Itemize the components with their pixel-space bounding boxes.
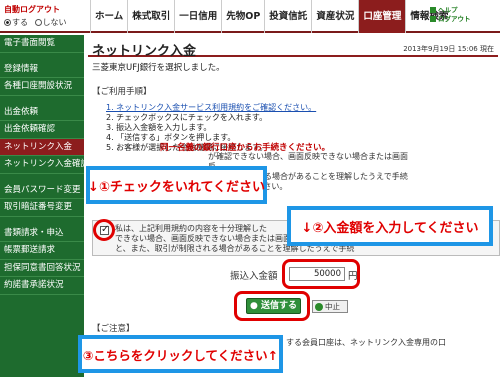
radio-off-icon[interactable]	[34, 19, 42, 26]
step-2: 2. チェックボックスにチェックを入れます。	[106, 113, 268, 122]
auto-logout-setting: 自動ログアウト する しない	[4, 4, 86, 30]
bank-selected-text: 三菱東京UFJ銀行を選択しました。	[92, 63, 225, 73]
help-logout-links: ヘルプ ログアウト	[430, 6, 498, 24]
nav-home[interactable]: ホーム	[90, 0, 127, 33]
sidebar-item-withdrawal-confirm[interactable]: 出金依頼確認	[0, 121, 84, 139]
cancel-label: 中止	[325, 302, 340, 311]
sidebar-item-report-mail[interactable]: 帳票郵送請求	[0, 242, 84, 260]
main-nav: ホーム 株式取引 一日信用 先物OP 投資信託 資産状況 口座管理 情報検索	[90, 0, 452, 33]
nav-futures-options[interactable]: 先物OP	[221, 0, 264, 33]
cancel-button[interactable]: 中止	[312, 300, 348, 313]
logout-icon	[430, 16, 436, 22]
checkbox-highlight-circle	[93, 219, 115, 241]
nav-mutual-funds[interactable]: 投資信託	[264, 0, 311, 33]
help-label: ヘルプ	[438, 6, 458, 14]
step-1[interactable]: 1. ネットリンク入金サービス利用規約をご確認ください。	[106, 103, 498, 113]
timestamp: 2013年9月19日 15:06 現在	[403, 45, 494, 53]
notes-text: する会員口座は、ネットリンク入金専用の口	[286, 338, 446, 347]
callout-check: ↓①チェックをいれてください	[86, 166, 267, 204]
sidebar-item-account-status[interactable]: 各種口座開設状況	[0, 78, 84, 96]
logout-link[interactable]: ログアウト	[430, 15, 498, 24]
callout-amount: ↓②入金額を入力してください	[287, 206, 493, 246]
step-3: 3. 振込入金額を入力します。	[106, 123, 212, 132]
amount-label: 振込入金額	[230, 271, 278, 282]
usage-section-label: 【ご利用手順】	[92, 87, 152, 97]
auto-logout-label: 自動ログアウト	[4, 5, 60, 14]
nav-assets[interactable]: 資産状況	[311, 0, 358, 33]
sidebar-item-e-documents[interactable]: 電子書面閲覧	[0, 35, 84, 53]
cancel-icon	[315, 303, 323, 311]
submit-highlight-ring	[234, 291, 310, 321]
radio-on-label[interactable]: する	[12, 18, 28, 27]
radio-on-icon[interactable]	[4, 19, 11, 26]
amount-highlight-ring	[282, 259, 360, 289]
nav-day-margin[interactable]: 一日信用	[174, 0, 221, 33]
sidebar-item-withdrawal[interactable]: 出金依頼	[0, 104, 84, 121]
sidebar-item-agreement-status[interactable]: 約諾書承諾状況	[0, 277, 84, 295]
callout-click: ③こちらをクリックしてください↑	[78, 335, 283, 373]
sidebar-item-collateral-consent[interactable]: 担保同意書回答状況	[0, 260, 84, 277]
nav-stock-trading[interactable]: 株式取引	[127, 0, 174, 33]
help-icon	[430, 7, 436, 13]
logout-label: ログアウト	[438, 15, 471, 23]
help-link[interactable]: ヘルプ	[430, 6, 498, 15]
notes-label: 【ご注意】	[92, 324, 135, 334]
sidebar-item-registration[interactable]: 登録情報	[0, 61, 84, 78]
sidebar-item-pin-change[interactable]: 取引暗証番号変更	[0, 199, 84, 217]
sidebar-item-document-request[interactable]: 書類請求・申込	[0, 225, 84, 242]
radio-off-label[interactable]: しない	[43, 18, 67, 27]
top-navigation-bar: 自動ログアウト する しない ホーム 株式取引 一日信用 先物OP 投資信託 資…	[0, 0, 500, 33]
sidebar: 電子書面閲覧 登録情報 各種口座開設状況 出金依頼 出金依頼確認 ネットリンク入…	[0, 35, 84, 377]
nav-account-management[interactable]: 口座管理	[358, 0, 406, 33]
